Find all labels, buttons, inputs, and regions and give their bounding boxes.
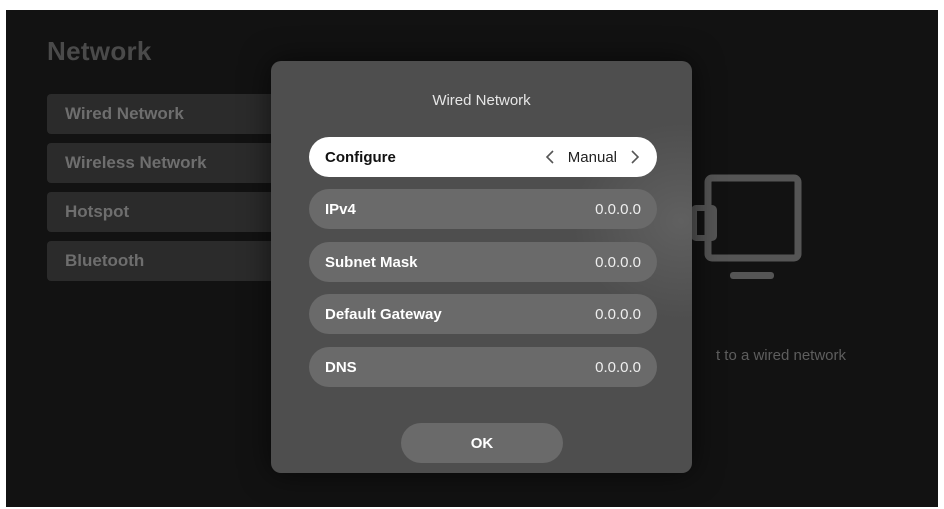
configure-selector[interactable]: Manual [544, 149, 641, 166]
field-label: Default Gateway [325, 305, 442, 323]
field-label: DNS [325, 358, 357, 376]
configure-row[interactable]: Configure Manual [309, 137, 657, 177]
field-value: 0.0.0.0 [595, 358, 641, 376]
field-value: 0.0.0.0 [595, 253, 641, 271]
field-value: 0.0.0.0 [595, 200, 641, 218]
configure-label: Configure [325, 148, 396, 166]
menu-item-wireless-network[interactable]: Wireless Network [47, 143, 309, 183]
ipv4-row[interactable]: IPv4 0.0.0.0 [309, 189, 657, 229]
menu-item-wired-network[interactable]: Wired Network [47, 94, 309, 134]
dns-row[interactable]: DNS 0.0.0.0 [309, 347, 657, 387]
network-menu: Wired Network Wireless Network Hotspot B… [47, 94, 309, 290]
dialog-title: Wired Network [432, 92, 531, 109]
screen: Network Wired Network Wireless Network H… [6, 10, 938, 507]
page-title: Network [47, 36, 152, 66]
tv-device-icon [691, 174, 802, 279]
default-gateway-row[interactable]: Default Gateway 0.0.0.0 [309, 294, 657, 334]
menu-item-bluetooth[interactable]: Bluetooth [47, 241, 309, 281]
configure-value: Manual [567, 148, 617, 166]
chevron-left-icon[interactable] [544, 149, 556, 165]
field-label: IPv4 [325, 200, 356, 218]
chevron-right-icon[interactable] [629, 149, 641, 165]
wired-network-dialog: Wired Network Configure Manual IPv4 0.0.… [271, 61, 692, 473]
menu-item-hotspot[interactable]: Hotspot [47, 192, 309, 232]
field-label: Subnet Mask [325, 253, 418, 271]
ok-button[interactable]: OK [401, 423, 563, 463]
subnet-mask-row[interactable]: Subnet Mask 0.0.0.0 [309, 242, 657, 282]
field-value: 0.0.0.0 [595, 305, 641, 323]
